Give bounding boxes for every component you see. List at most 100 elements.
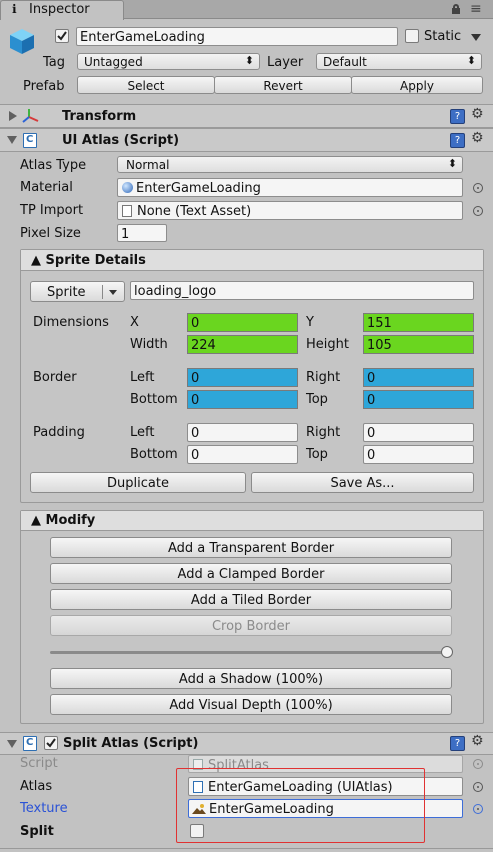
script-icon: C xyxy=(23,133,37,148)
active-checkbox[interactable] xyxy=(55,29,69,43)
add-shadow-label: Add a Shadow (100%) xyxy=(178,672,324,687)
transform-title: Transform xyxy=(62,109,137,124)
object-picker-icon[interactable] xyxy=(473,183,483,193)
padding-right-value: 0 xyxy=(367,426,376,441)
prefab-revert-button[interactable]: Revert xyxy=(214,76,352,94)
foldout-open-icon[interactable] xyxy=(7,136,17,144)
add-visual-depth-button[interactable]: Add Visual Depth (100%) xyxy=(50,694,452,715)
sprite-name-input[interactable]: loading_logo xyxy=(130,281,474,300)
padding-top-input[interactable]: 0 xyxy=(363,445,474,464)
border-top-input[interactable]: 0 xyxy=(363,390,474,409)
pixel-size-input[interactable]: 1 xyxy=(117,224,167,242)
add-shadow-button[interactable]: Add a Shadow (100%) xyxy=(50,668,452,689)
padding-bottom-input[interactable]: 0 xyxy=(187,445,298,464)
tp-import-value: None (Text Asset) xyxy=(137,204,252,219)
padding-top-value: 0 xyxy=(367,448,376,463)
border-label: Border xyxy=(33,370,77,385)
texture-label: Texture xyxy=(20,801,68,816)
prefab-apply-button[interactable]: Apply xyxy=(351,76,483,94)
add-visual-depth-label: Add Visual Depth (100%) xyxy=(169,698,333,713)
slider-thumb[interactable] xyxy=(441,646,453,658)
border-bottom-input[interactable]: 0 xyxy=(187,390,298,409)
object-name-text: EnterGameLoading xyxy=(80,30,205,45)
prefab-apply-label: Apply xyxy=(400,79,434,93)
height-input[interactable]: 105 xyxy=(363,335,474,354)
info-icon: ℹ xyxy=(12,2,17,16)
prefab-revert-label: Revert xyxy=(263,79,303,93)
border-right-value: 0 xyxy=(367,371,376,386)
object-picker-icon[interactable] xyxy=(473,804,483,814)
border-bottom-label: Bottom xyxy=(130,392,178,407)
tp-import-field[interactable]: None (Text Asset) xyxy=(117,201,463,220)
y-value: 151 xyxy=(367,316,392,331)
height-label: Height xyxy=(306,337,349,352)
object-picker-icon[interactable] xyxy=(473,782,483,792)
layer-dropdown[interactable]: Default ⬍ xyxy=(316,53,482,70)
material-field[interactable]: EnterGameLoading xyxy=(117,178,463,197)
static-checkbox[interactable] xyxy=(405,29,419,43)
padding-bottom-value: 0 xyxy=(191,448,200,463)
padding-left-input[interactable]: 0 xyxy=(187,423,298,442)
sprite-name-value: loading_logo xyxy=(134,284,217,299)
highlight-box xyxy=(176,768,425,843)
prefab-label: Prefab xyxy=(23,79,65,94)
chevron-down-icon xyxy=(109,290,117,295)
padding-left-value: 0 xyxy=(191,426,200,441)
panel-menu-icon[interactable]: ≡ xyxy=(470,2,482,16)
lock-icon[interactable] xyxy=(452,4,460,14)
tag-label: Tag xyxy=(43,55,66,70)
tag-dropdown[interactable]: Untagged ⬍ xyxy=(77,53,260,70)
pixel-size-value: 1 xyxy=(121,227,130,242)
border-top-value: 0 xyxy=(367,393,376,408)
crop-border-button[interactable]: Crop Border xyxy=(50,615,452,636)
gear-icon[interactable]: ⚙ xyxy=(471,734,484,748)
duplicate-label: Duplicate xyxy=(107,476,169,491)
tag-value: Untagged xyxy=(84,55,143,69)
gear-icon[interactable]: ⚙ xyxy=(471,107,484,121)
add-tiled-border-button[interactable]: Add a Tiled Border xyxy=(50,589,452,610)
save-as-button[interactable]: Save As... xyxy=(251,472,474,493)
layer-value: Default xyxy=(323,55,367,69)
foldout-open-icon[interactable] xyxy=(7,740,17,748)
slider-track[interactable] xyxy=(50,651,447,654)
gear-icon[interactable]: ⚙ xyxy=(471,131,484,145)
duplicate-button[interactable]: Duplicate xyxy=(30,472,246,493)
atlas-type-dropdown[interactable]: Normal ⬍ xyxy=(117,156,463,173)
sprite-select-button[interactable]: Sprite xyxy=(30,281,125,302)
foldout-closed-icon[interactable] xyxy=(9,111,17,121)
border-bottom-value: 0 xyxy=(191,393,200,408)
y-input[interactable]: 151 xyxy=(363,313,474,332)
prefab-select-label: Select xyxy=(127,79,165,93)
padding-right-input[interactable]: 0 xyxy=(363,423,474,442)
updown-icon: ⬍ xyxy=(244,54,254,67)
bottom-divider xyxy=(0,848,493,849)
add-transparent-border-button[interactable]: Add a Transparent Border xyxy=(50,537,452,558)
material-value: EnterGameLoading xyxy=(136,181,261,196)
inspector-tab-title: Inspector xyxy=(29,2,90,17)
help-book-icon[interactable]: ? xyxy=(450,109,465,124)
split-atlas-enabled-checkbox[interactable] xyxy=(44,736,58,750)
object-name-input[interactable]: EnterGameLoading xyxy=(76,27,398,46)
pixel-size-label: Pixel Size xyxy=(20,226,81,241)
atlas-label: Atlas xyxy=(20,779,53,794)
prefab-select-button[interactable]: Select xyxy=(77,76,215,94)
dimensions-label: Dimensions xyxy=(33,315,109,330)
add-clamped-border-button[interactable]: Add a Clamped Border xyxy=(50,563,452,584)
border-right-input[interactable]: 0 xyxy=(363,368,474,387)
width-value: 224 xyxy=(191,338,216,353)
border-left-input[interactable]: 0 xyxy=(187,368,298,387)
updown-icon: ⬍ xyxy=(466,54,476,67)
x-input[interactable]: 0 xyxy=(187,313,298,332)
padding-right-label: Right xyxy=(306,425,341,440)
static-dropdown-arrow-icon[interactable] xyxy=(471,34,481,41)
help-book-icon[interactable]: ? xyxy=(450,736,465,751)
tp-import-label: TP Import xyxy=(20,203,84,218)
split-atlas-title: Split Atlas (Script) xyxy=(63,736,199,751)
add-clamped-border-label: Add a Clamped Border xyxy=(177,567,325,582)
script-label: Script xyxy=(20,756,58,771)
sprite-button-label: Sprite xyxy=(47,285,86,300)
width-input[interactable]: 224 xyxy=(187,335,298,354)
atlas-type-value: Normal xyxy=(126,158,170,172)
object-picker-icon[interactable] xyxy=(473,206,483,216)
help-book-icon[interactable]: ? xyxy=(450,133,465,148)
